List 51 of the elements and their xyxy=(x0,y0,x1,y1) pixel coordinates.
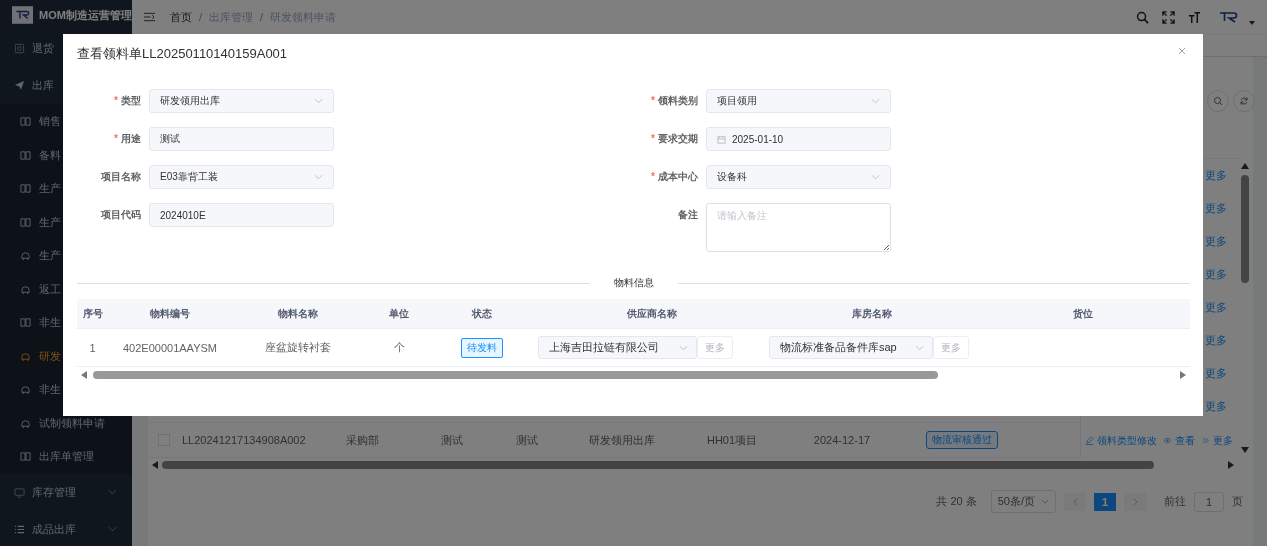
menu-group-label: 出库 xyxy=(32,78,54,93)
table-cell-text: 采购部 xyxy=(344,432,380,448)
menu-item-label: 非生 xyxy=(39,382,61,398)
breadcrumb-separator: / xyxy=(260,11,264,23)
column-header: 库房名称 xyxy=(851,306,893,321)
field-label: * 用途 xyxy=(113,132,141,146)
field-label: 项目代码 xyxy=(100,208,141,222)
column-header: 状态 xyxy=(470,306,493,321)
status-tag: 物流审核通过 xyxy=(926,431,998,449)
section-title: 物料信息 xyxy=(612,276,655,290)
table-cell-text: 402E00001AAYSM xyxy=(122,341,218,354)
menu-item-label: 返工 xyxy=(39,281,61,297)
table-cell-text: 测试 xyxy=(440,432,464,448)
menu-item-label: 生产 xyxy=(39,248,61,264)
menu-item-label: 出库单管理 xyxy=(39,449,94,465)
menu-item-label: 研发 xyxy=(39,348,61,364)
menu-group-label: 库存管理 xyxy=(32,484,76,500)
table-cell-text: 个 xyxy=(392,340,406,355)
table-cell-text: 研发领用出库 xyxy=(588,432,656,448)
menu-group-label: 退货 xyxy=(32,41,54,56)
column-header: 序号 xyxy=(81,306,104,321)
table-cell-text: 1 xyxy=(88,341,97,354)
column-header: 物料编号 xyxy=(149,306,191,321)
field-label: * 领料类别 xyxy=(650,94,698,108)
app-title: MOM制造运营管理 xyxy=(39,7,132,23)
menu-item-label: 生产 xyxy=(39,181,61,197)
field-label: * 类型 xyxy=(113,94,141,108)
field-label: * 成本中心 xyxy=(650,170,698,184)
field-label: 项目名称 xyxy=(100,170,141,184)
menu-item-label: 试制领料申请 xyxy=(39,415,105,431)
breadcrumb-separator: / xyxy=(199,11,203,23)
column-header: 单位 xyxy=(388,306,410,321)
menu-group-label: 成品出库 xyxy=(32,521,76,537)
status-tag: 待发料 xyxy=(461,337,503,358)
menu-item-label: 生产 xyxy=(39,214,61,230)
column-header: 货位 xyxy=(1071,306,1094,321)
menu-item-label: 销售 xyxy=(39,114,61,130)
total-count: 共 20 条 xyxy=(936,494,977,509)
menu-item-label: 非生 xyxy=(39,315,61,331)
page-unit: 页 xyxy=(1232,494,1243,509)
dialog-title: 查看领料单LL20250110140159A001 xyxy=(77,45,288,63)
field-label: * 要求交期 xyxy=(650,132,698,146)
table-cell-text: 测试 xyxy=(515,432,539,448)
table-cell-text: HH01项目 xyxy=(705,432,759,448)
column-header: 供应商名称 xyxy=(625,306,678,321)
column-header: 物料名称 xyxy=(277,306,319,321)
table-cell-text: 2024-12-17 xyxy=(812,434,872,446)
menu-item-label: 备料 xyxy=(39,147,61,163)
goto-label: 前往 xyxy=(1164,494,1186,509)
table-cell-text: 座盆旋转衬套 xyxy=(264,340,332,355)
field-label: 备注 xyxy=(677,208,698,222)
